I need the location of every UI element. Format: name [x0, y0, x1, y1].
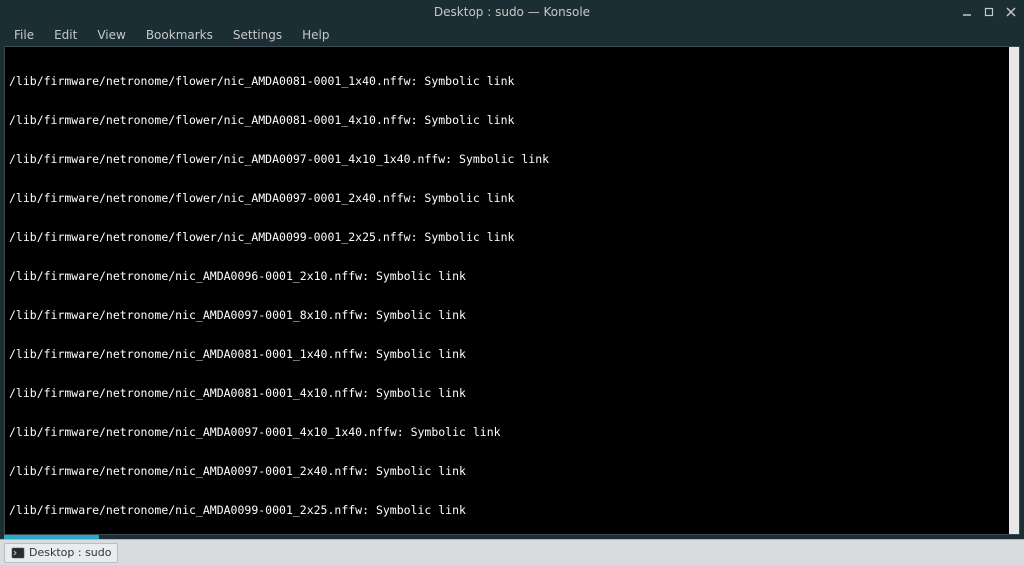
window-title: Desktop : sudo — Konsole [434, 5, 590, 19]
menubar: File Edit View Bookmarks Settings Help [0, 24, 1024, 46]
terminal-scrollbar[interactable] [1009, 47, 1019, 534]
terminal-line: /lib/firmware/netronome/nic_AMDA0081-000… [9, 387, 1015, 400]
terminal-line: /lib/firmware/netronome/flower/nic_AMDA0… [9, 231, 1015, 244]
terminal-line: /lib/firmware/netronome/nic_AMDA0097-000… [9, 426, 1015, 439]
menu-view[interactable]: View [89, 26, 133, 44]
menu-settings[interactable]: Settings [225, 26, 290, 44]
terminal-line: /lib/firmware/netronome/flower/nic_AMDA0… [9, 75, 1015, 88]
terminal-line: /lib/firmware/netronome/flower/nic_AMDA0… [9, 114, 1015, 127]
menu-file[interactable]: File [6, 26, 42, 44]
menu-help[interactable]: Help [294, 26, 337, 44]
terminal-line: /lib/firmware/netronome/nic_AMDA0081-000… [9, 348, 1015, 361]
taskbar-item-konsole[interactable]: Desktop : sudo [4, 543, 118, 563]
taskbar: Desktop : sudo [0, 539, 1024, 565]
titlebar: Desktop : sudo — Konsole [0, 0, 1024, 24]
close-button[interactable] [1002, 3, 1020, 21]
terminal-output[interactable]: /lib/firmware/netronome/flower/nic_AMDA0… [9, 49, 1015, 532]
terminal-line: /lib/firmware/netronome/nic_AMDA0097-000… [9, 309, 1015, 322]
terminal-line: /lib/firmware/netronome/flower/nic_AMDA0… [9, 192, 1015, 205]
menu-edit[interactable]: Edit [46, 26, 85, 44]
terminal-line: /lib/firmware/netronome/nic_AMDA0097-000… [9, 465, 1015, 478]
tab-indicator [4, 535, 1020, 539]
taskbar-item-label: Desktop : sudo [29, 546, 111, 559]
tab-indicator-thumb [4, 535, 99, 539]
terminal-line: /lib/firmware/netronome/flower/nic_AMDA0… [9, 153, 1015, 166]
terminal-frame: /lib/firmware/netronome/flower/nic_AMDA0… [4, 46, 1020, 535]
maximize-button[interactable] [980, 3, 998, 21]
menu-bookmarks[interactable]: Bookmarks [138, 26, 221, 44]
window-controls [958, 0, 1020, 24]
terminal-icon [11, 546, 25, 560]
terminal-line: /lib/firmware/netronome/nic_AMDA0099-000… [9, 504, 1015, 517]
minimize-button[interactable] [958, 3, 976, 21]
terminal-line: /lib/firmware/netronome/nic_AMDA0096-000… [9, 270, 1015, 283]
